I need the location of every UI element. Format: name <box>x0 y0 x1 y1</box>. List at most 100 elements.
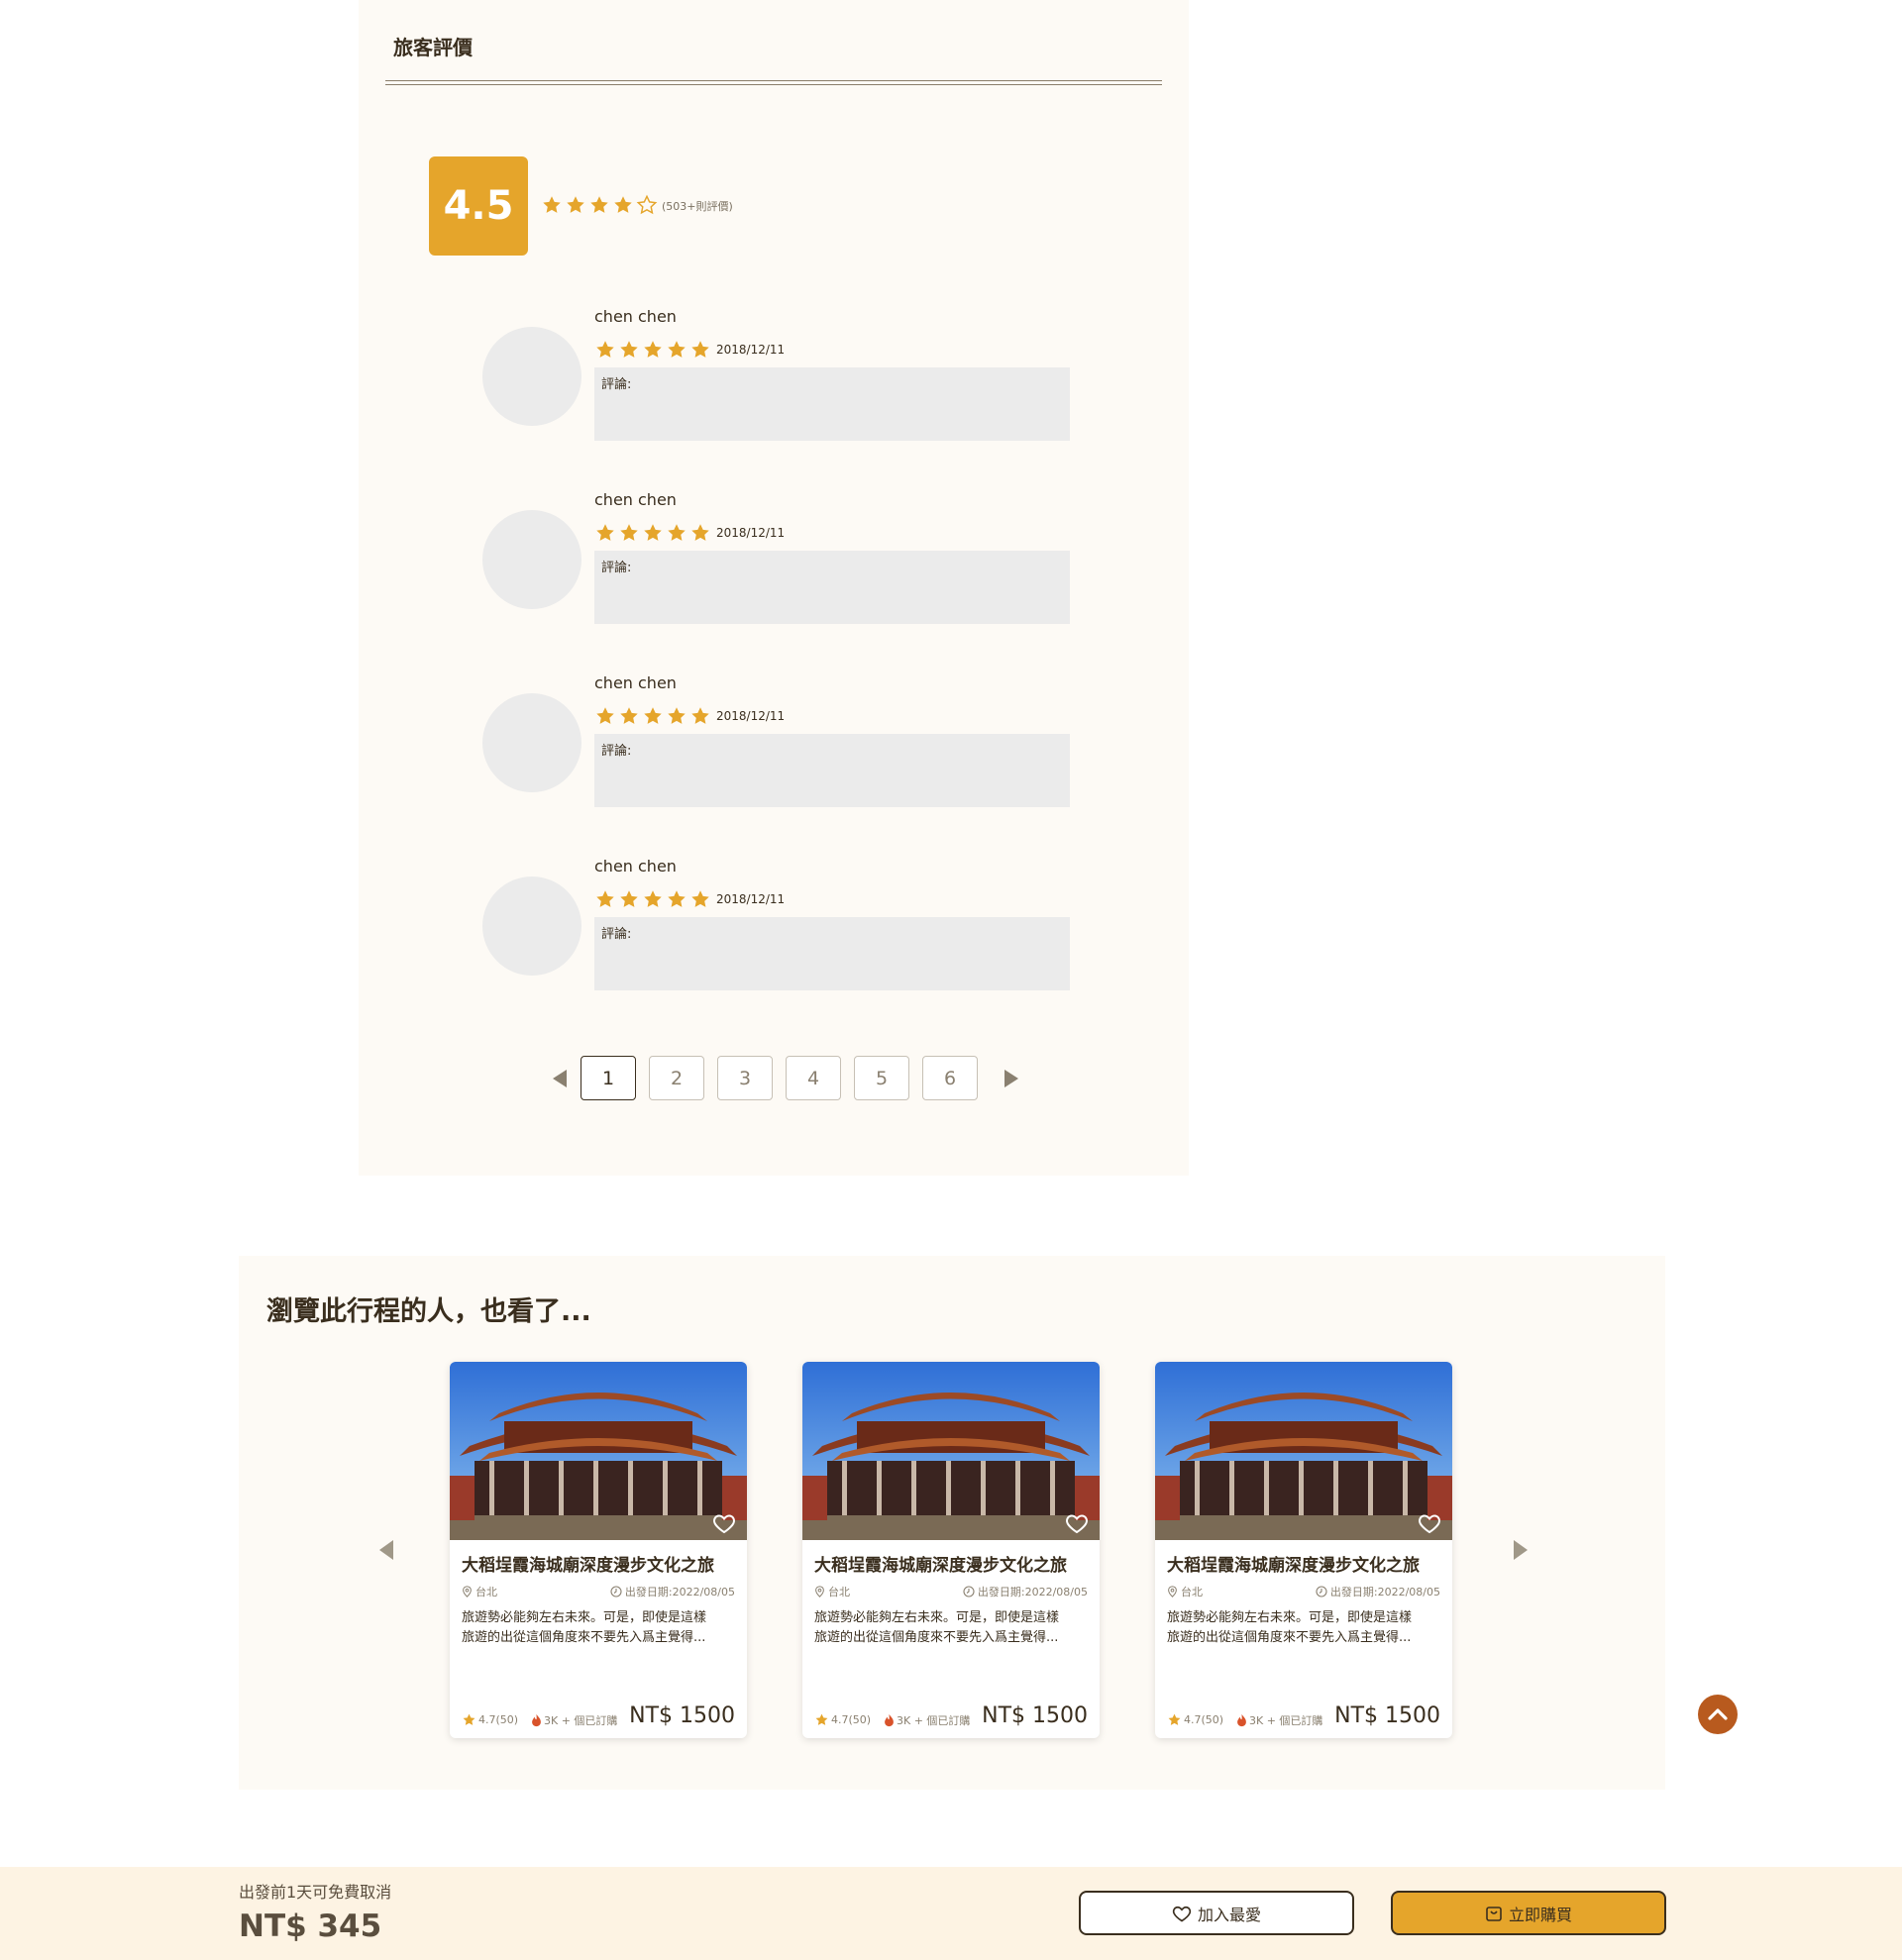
tour-card[interactable]: 大稻埕霞海城廟深度漫步文化之旅 台北 出發日期:2022/08/05 旅遊勢必能… <box>1155 1362 1452 1738</box>
add-favorite-label: 加入最愛 <box>1197 1905 1261 1924</box>
description-line: 旅遊的出從這個角度來不要先入爲主覺得... <box>1167 1630 1412 1645</box>
tour-location: 台北 <box>814 1584 850 1599</box>
prev-page-icon[interactable] <box>551 1069 569 1088</box>
add-favorite-button[interactable]: 加入最愛 <box>1079 1891 1354 1935</box>
recommendations-section: 瀏覽此行程的人，也看了... 大稻埕霞海城廟深度漫步文化之旅 台北 出發日期:2… <box>239 1256 1665 1790</box>
title-divider <box>385 80 1162 81</box>
tour-departure: 出發日期:2022/08/05 <box>963 1584 1088 1599</box>
chevron-up-icon <box>1708 1708 1728 1720</box>
star-icon <box>689 705 711 727</box>
description-line: 旅遊勢必能夠左右未來。可是，即使是這樣 <box>1167 1610 1413 1625</box>
rating-text: 4.7(50) <box>831 1713 872 1726</box>
page-button-1[interactable]: 1 <box>581 1056 636 1100</box>
sold-text: 3K + 個已訂購 <box>1249 1714 1323 1727</box>
review-item: chen chen 2018/12/11 評論: <box>482 673 1077 812</box>
tour-card[interactable]: 大稻埕霞海城廟深度漫步文化之旅 台北 出發日期:2022/08/05 旅遊勢必能… <box>450 1362 747 1738</box>
review-comment: 評論: <box>594 551 1070 624</box>
review-stars <box>594 888 711 910</box>
temple-photo <box>1155 1362 1452 1540</box>
review-date: 2018/12/11 <box>716 709 786 723</box>
star-icon <box>642 339 664 361</box>
temple-photo <box>802 1362 1100 1540</box>
page-button-3[interactable]: 3 <box>717 1056 773 1100</box>
tour-title: 大稻埕霞海城廟深度漫步文化之旅 <box>814 1556 1067 1576</box>
next-page-icon[interactable] <box>1003 1069 1020 1088</box>
avatar <box>482 327 581 426</box>
reviewer-name: chen chen <box>594 673 677 692</box>
star-icon <box>612 194 634 216</box>
page-button-2[interactable]: 2 <box>649 1056 704 1100</box>
review-date: 2018/12/11 <box>716 343 786 357</box>
departure-text: 出發日期:2022/08/05 <box>1329 1586 1440 1599</box>
back-to-top-button[interactable] <box>1698 1695 1738 1734</box>
avatar <box>482 877 581 976</box>
tour-sold: 3K + 個已訂購 <box>1236 1712 1322 1728</box>
tour-sold: 3K + 個已訂購 <box>884 1712 970 1728</box>
tour-price: NT$ 1500 <box>1334 1703 1440 1728</box>
review-item: chen chen 2018/12/11 評論: <box>482 857 1077 995</box>
star-icon <box>541 194 563 216</box>
tour-price: NT$ 1500 <box>629 1703 735 1728</box>
heart-icon <box>1172 1904 1192 1923</box>
total-price: NT$ 345 <box>239 1908 382 1944</box>
review-comment: 評論: <box>594 367 1070 441</box>
heart-icon[interactable] <box>1417 1511 1442 1535</box>
cancellation-note: 出發前1天可免費取消 <box>239 1883 392 1902</box>
shopping-bag-icon <box>1486 1906 1502 1921</box>
star-icon <box>618 522 640 544</box>
pagination: 1 2 3 4 5 6 <box>539 1056 1032 1100</box>
review-item: chen chen 2018/12/11 評論: <box>482 307 1077 446</box>
star-icon <box>666 522 687 544</box>
star-icon <box>618 705 640 727</box>
star-icon <box>689 339 711 361</box>
heart-icon[interactable] <box>711 1511 737 1535</box>
clock-icon <box>610 1586 622 1598</box>
tour-rating: 4.7(50) <box>814 1712 871 1727</box>
star-icon <box>565 194 586 216</box>
average-score: 4.5 <box>429 156 528 256</box>
temple-photo <box>450 1362 747 1540</box>
reviewer-name: chen chen <box>594 857 677 876</box>
star-icon <box>689 522 711 544</box>
recommendations-heading: 瀏覽此行程的人，也看了... <box>266 1296 591 1327</box>
reviewer-name: chen chen <box>594 490 677 509</box>
sold-text: 3K + 個已訂購 <box>544 1714 618 1727</box>
location-text: 台北 <box>828 1586 850 1599</box>
page-button-6[interactable]: 6 <box>922 1056 978 1100</box>
tour-description: 旅遊勢必能夠左右未來。可是，即使是這樣 旅遊的出從這個角度來不要先入爲主覺得..… <box>814 1608 1092 1648</box>
review-item: chen chen 2018/12/11 評論: <box>482 490 1077 629</box>
location-text: 台北 <box>476 1586 497 1599</box>
review-date: 2018/12/11 <box>716 892 786 906</box>
location-pin-icon <box>1168 1586 1177 1598</box>
star-icon <box>642 705 664 727</box>
tour-card[interactable]: 大稻埕霞海城廟深度漫步文化之旅 台北 出發日期:2022/08/05 旅遊勢必能… <box>802 1362 1100 1738</box>
rating-text: 4.7(50) <box>478 1713 519 1726</box>
review-date: 2018/12/11 <box>716 526 786 540</box>
review-comment: 評論: <box>594 734 1070 807</box>
tour-price: NT$ 1500 <box>982 1703 1088 1728</box>
page-button-4[interactable]: 4 <box>786 1056 841 1100</box>
description-line: 旅遊的出從這個角度來不要先入爲主覺得... <box>462 1630 706 1645</box>
carousel-next-icon[interactable] <box>1512 1539 1530 1561</box>
star-icon <box>594 339 616 361</box>
tour-location: 台北 <box>1167 1584 1203 1599</box>
location-pin-icon <box>463 1586 472 1598</box>
review-count: (503+則評價) <box>662 200 733 213</box>
tour-rating: 4.7(50) <box>462 1712 518 1727</box>
page-button-5[interactable]: 5 <box>854 1056 909 1100</box>
star-icon <box>462 1712 476 1727</box>
review-stars <box>594 339 711 361</box>
summary-stars <box>541 194 658 216</box>
description-line: 旅遊勢必能夠左右未來。可是，即使是這樣 <box>814 1610 1060 1625</box>
location-pin-icon <box>815 1586 824 1598</box>
tour-title: 大稻埕霞海城廟深度漫步文化之旅 <box>462 1556 714 1576</box>
tour-description: 旅遊勢必能夠左右未來。可是，即使是這樣 旅遊的出從這個角度來不要先入爲主覺得..… <box>462 1608 739 1648</box>
carousel-prev-icon[interactable] <box>377 1539 395 1561</box>
fire-icon <box>885 1713 894 1727</box>
purchase-bar: 出發前1天可免費取消 NT$ 345 加入最愛 立即購買 <box>0 1867 1902 1960</box>
tour-departure: 出發日期:2022/08/05 <box>610 1584 735 1599</box>
description-line: 旅遊勢必能夠左右未來。可是，即使是這樣 <box>462 1610 707 1625</box>
review-stars <box>594 705 711 727</box>
heart-icon[interactable] <box>1064 1511 1090 1535</box>
buy-now-button[interactable]: 立即購買 <box>1391 1891 1666 1935</box>
